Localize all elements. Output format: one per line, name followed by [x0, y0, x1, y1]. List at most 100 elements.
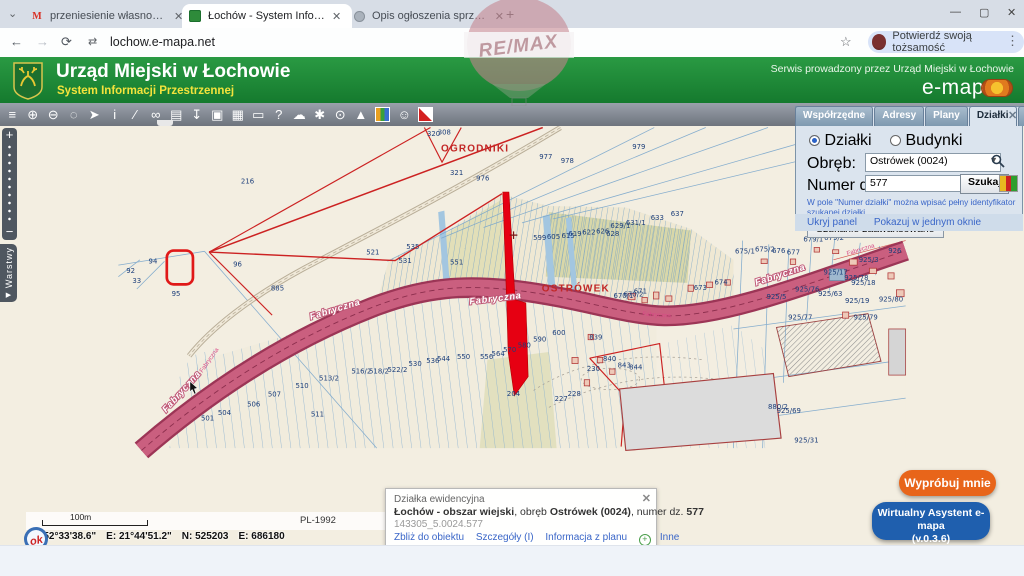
- map-label: 605: [547, 233, 560, 241]
- panel-tab-współrzędne[interactable]: Współrzędne: [795, 106, 873, 126]
- map-label: 230: [587, 365, 600, 373]
- service-note: Serwis prowadzony przez Urząd Miejski w …: [771, 63, 1014, 75]
- map-label: 535: [406, 243, 419, 251]
- radio-budynki[interactable]: Budynki: [890, 132, 962, 149]
- identity-button[interactable]: Potwierdź swoją tożsamość: [868, 31, 1024, 53]
- map-label: 925/31: [794, 437, 818, 445]
- radio-budynki-dot[interactable]: [890, 135, 901, 146]
- zoom-ticks[interactable]: [2, 143, 17, 225]
- legend-colors-icon[interactable]: [999, 175, 1018, 192]
- cloud-icon[interactable]: ☁: [289, 104, 310, 125]
- map-label: 507: [268, 391, 281, 399]
- plan-info-link[interactable]: Informacja z planu: [545, 532, 627, 543]
- map-label: 204: [507, 390, 520, 398]
- panel-tab-obiekty[interactable]: Obiekty: [1018, 106, 1024, 126]
- zoom-out-icon[interactable]: ⊖: [43, 104, 64, 125]
- measure-icon[interactable]: ∕: [125, 104, 146, 125]
- map-label: 628: [606, 230, 619, 238]
- map-label: 926: [888, 247, 901, 255]
- browser-tab-gmail[interactable]: M przeniesienie własności - walde ✕: [24, 4, 192, 28]
- identity-label: Potwierdź swoją tożsamość: [892, 30, 1014, 54]
- popup-close-icon[interactable]: ✕: [642, 492, 651, 505]
- globe-favicon: [352, 9, 366, 23]
- browser-menu-icon[interactable]: ⋮: [1006, 33, 1019, 49]
- layers-panel-tab[interactable]: Warstwy ▶: [0, 244, 17, 302]
- more-link[interactable]: Inne: [660, 532, 679, 543]
- hide-panel-link[interactable]: Ukryj panel: [807, 217, 857, 228]
- obreb-select[interactable]: Ostrówek (0024) ▼: [865, 153, 1001, 172]
- details-link[interactable]: Szczegóły (I): [476, 532, 534, 543]
- tab-close-icon[interactable]: ✕: [332, 10, 341, 23]
- zoom-in-button[interactable]: +: [2, 128, 17, 142]
- browser-tab-emapa[interactable]: Łochów - System Informacji Prz ✕: [182, 4, 352, 28]
- contact-icon[interactable]: ☺: [394, 104, 415, 125]
- map-label: 227: [555, 395, 568, 403]
- browser-tab-listing[interactable]: Opis ogłoszenia sprzedaży ✕: [346, 4, 510, 28]
- panel-tab-plany[interactable]: Plany: [925, 106, 968, 126]
- identify-icon[interactable]: i: [105, 104, 126, 125]
- legend-icon[interactable]: [375, 107, 390, 122]
- panel-tabs: WspółrzędneAdresyPlanyDziałkiObiekty: [795, 106, 1023, 126]
- download-icon[interactable]: ↧: [187, 104, 208, 125]
- map-label: 840: [603, 355, 616, 363]
- map-label: 570: [503, 346, 516, 354]
- north-arrow-icon[interactable]: ▲: [351, 104, 372, 125]
- one-window-link[interactable]: Pokazuj w jednym oknie: [874, 217, 981, 228]
- radio-budynki-label: Budynki: [905, 132, 962, 149]
- zoom-in-icon[interactable]: ⊕: [23, 104, 44, 125]
- url-text[interactable]: lochow.e-mapa.net: [110, 35, 215, 49]
- map-label: 631/1: [626, 219, 646, 227]
- window-minimize-button[interactable]: —: [950, 6, 961, 18]
- extent-icon[interactable]: ▣: [207, 104, 228, 125]
- tab-close-icon[interactable]: ✕: [495, 10, 504, 23]
- map-label: 925/18: [851, 279, 875, 287]
- obreb-value: Ostrówek (0024): [870, 155, 948, 167]
- zoom-slider[interactable]: + −: [2, 128, 17, 240]
- coordinates-readout: N: 52°33'38.6"E: 21°44'51.2"N: 525203E: …: [30, 531, 295, 542]
- map-label: 979: [632, 143, 645, 151]
- comment-icon[interactable]: ▭: [248, 104, 269, 125]
- try-me-button[interactable]: Wypróbuj mnie: [899, 470, 996, 496]
- map-label: 977: [539, 153, 552, 161]
- map-label: 530: [409, 360, 422, 368]
- bookmark-star-icon[interactable]: ☆: [840, 34, 852, 50]
- map-label: OSTRÓWEK: [542, 281, 610, 294]
- forward-icon[interactable]: →: [36, 34, 49, 49]
- map-label: 531: [399, 257, 412, 265]
- radio-dzialki-dot[interactable]: [809, 135, 820, 146]
- zoom-out-button[interactable]: −: [2, 226, 17, 238]
- site-settings-icon[interactable]: ⇄: [88, 35, 97, 48]
- window-close-button[interactable]: ✕: [1007, 6, 1016, 19]
- pointer-icon[interactable]: ➤: [84, 104, 105, 125]
- radio-dzialki[interactable]: Działki: [809, 132, 872, 149]
- help-icon[interactable]: ?: [269, 104, 290, 125]
- search-map-icon[interactable]: ⊙: [330, 104, 351, 125]
- emapa-favicon: [188, 9, 202, 23]
- settings-icon[interactable]: ✱: [310, 104, 331, 125]
- map-label: 925/5: [767, 293, 787, 301]
- layers-icon[interactable]: ≡: [2, 104, 23, 125]
- map-label: 510: [296, 382, 309, 390]
- search-parcel-icon[interactable]: [991, 154, 1005, 168]
- layers-tab-label: Warstwy: [4, 247, 14, 288]
- panel-close-icon[interactable]: ✕: [1008, 109, 1017, 122]
- crs-label[interactable]: PL-1992: [300, 515, 336, 526]
- tab-search-chevron-icon[interactable]: ⌄: [8, 7, 17, 20]
- virtual-assistant-button[interactable]: Wirtualny Asystent e-mapa (v.0.3.6): [872, 502, 990, 540]
- wms-icon[interactable]: [419, 108, 432, 121]
- parcel-number-input[interactable]: 577: [865, 175, 961, 192]
- map-label: 590: [533, 335, 546, 343]
- panel-tab-adresy[interactable]: Adresy: [874, 106, 924, 126]
- map-label: 925/79: [854, 314, 878, 322]
- select-area-icon[interactable]: ◌: [64, 104, 85, 125]
- new-tab-button[interactable]: +: [506, 8, 514, 20]
- map-label: 844: [629, 364, 642, 372]
- back-icon[interactable]: ←: [10, 34, 23, 49]
- reload-icon[interactable]: ⟳: [61, 34, 72, 50]
- map-label: 978: [561, 157, 574, 165]
- popup-type: Działka ewidencyjna: [394, 494, 485, 505]
- modules-icon[interactable]: ▦: [228, 104, 249, 125]
- zoom-to-object-link[interactable]: Zbliż do obiektu: [394, 532, 464, 543]
- map-label: 92: [126, 267, 135, 275]
- window-maximize-button[interactable]: ▢: [979, 6, 989, 19]
